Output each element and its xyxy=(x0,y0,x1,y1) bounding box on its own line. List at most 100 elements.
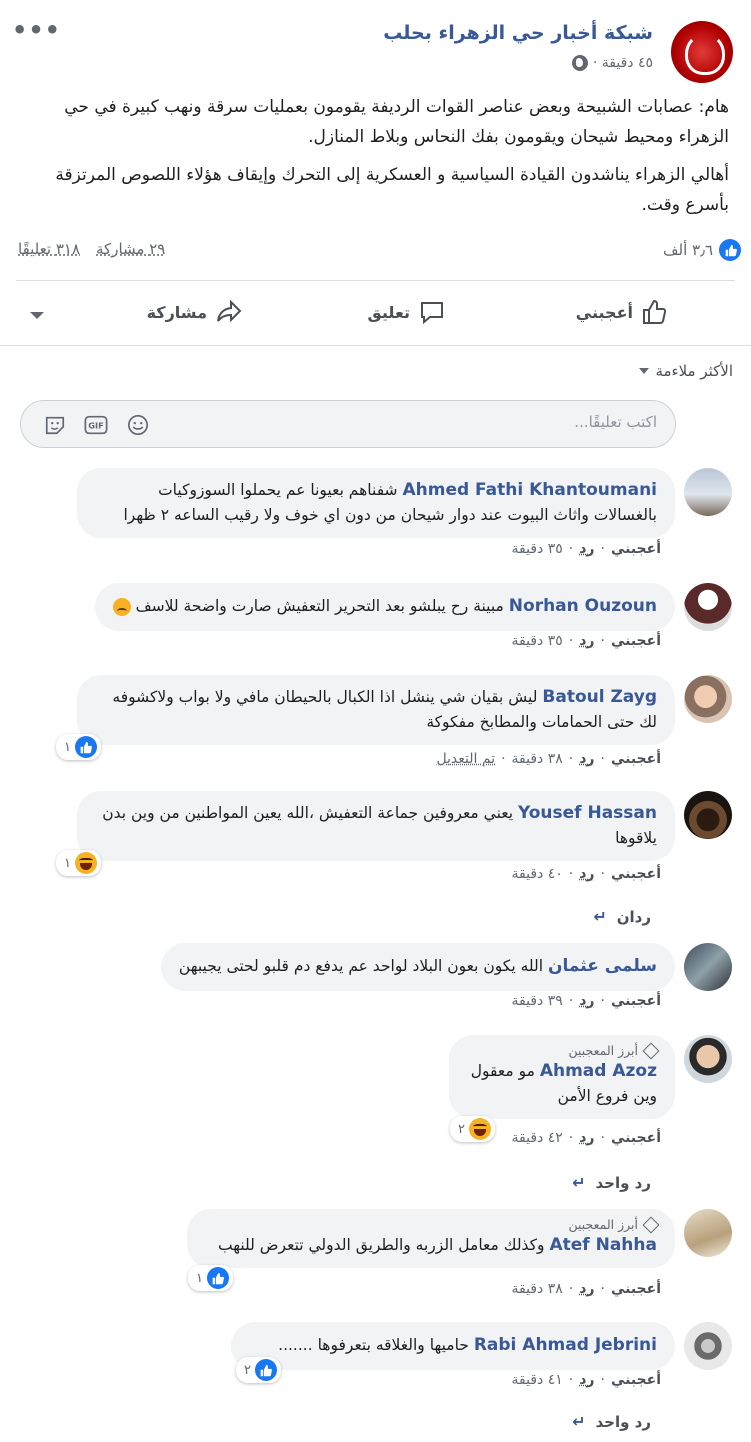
avatar[interactable] xyxy=(684,583,732,631)
comment-time[interactable]: ٤١ دقيقة xyxy=(512,1372,563,1388)
page-name-link[interactable]: شبكة أخبار حي الزهراء بحلب xyxy=(383,22,653,44)
comment-reactions[interactable]: ٢ xyxy=(450,1116,495,1142)
comment-time[interactable]: ٣٨ دقيقة xyxy=(512,751,563,767)
post-meta: ٤٥ دقيقة · xyxy=(571,55,653,71)
comment-time[interactable]: ٣٩ دقيقة xyxy=(512,993,563,1009)
svg-text:GIF: GIF xyxy=(88,421,104,431)
post-stats: ٢٩ مشاركة ٣١٨ تعليقًا xyxy=(18,240,165,258)
thumbs-up-icon xyxy=(643,299,667,324)
diamond-icon xyxy=(642,1042,660,1060)
comment-text: الله يكون بعون البلاد لواحد عم يدفع دم ق… xyxy=(178,957,544,975)
comment-like-button[interactable]: أعجبني xyxy=(611,1281,661,1297)
post-text-paragraph-2: أهالي الزهراء يناشدون القيادة السياسية و… xyxy=(55,165,729,215)
top-fan-label: أبرز المعجبين xyxy=(568,1217,638,1232)
view-replies-link[interactable]: ردان ↵ xyxy=(593,907,651,926)
comments-count-link[interactable]: ٣١٨ تعليقًا xyxy=(18,240,80,258)
globe-icon xyxy=(571,55,588,71)
comment-reactions[interactable]: ٢ xyxy=(236,1357,281,1383)
comment-reply-button[interactable]: رد xyxy=(579,1130,594,1146)
replies-label: رد واحد xyxy=(595,1173,652,1192)
comment-author[interactable]: Norhan Ouzoun xyxy=(509,596,657,616)
comment-bubble: Batoul Zayg ليش بقيان شي ينشل اذا الكبال… xyxy=(77,675,675,745)
like-reaction-icon xyxy=(719,239,741,261)
reactions-summary[interactable]: ٣٫٦ ألف xyxy=(663,239,741,261)
shares-count-link[interactable]: ٢٩ مشاركة xyxy=(96,240,165,258)
comment-like-button[interactable]: أعجبني xyxy=(611,541,661,557)
post-time[interactable]: ٤٥ دقيقة · xyxy=(593,55,653,71)
sort-label: الأكثر ملاءمة xyxy=(655,362,733,380)
comment-actions: أعجبني · رد · ٤١ دقيقة xyxy=(511,1372,661,1388)
comment-time[interactable]: ٣٨ دقيقة xyxy=(512,1281,563,1297)
comment-actions: أعجبني · رد · ٣٨ دقيقة xyxy=(511,1281,661,1297)
comment-author[interactable]: Rabi Ahmad Jebrini xyxy=(474,1335,657,1355)
comment-time[interactable]: ٤٢ دقيقة xyxy=(512,1130,563,1146)
sad-emoji-icon xyxy=(112,597,131,616)
comment-author[interactable]: Atef Nahha xyxy=(549,1235,657,1255)
comment-author[interactable]: Ahmed Fathi Khantoumani xyxy=(402,480,657,500)
comment-like-button[interactable]: أعجبني xyxy=(611,1130,661,1146)
comment-bubble: أبرز المعجبين Ahmad Azoz مو معقول وين فر… xyxy=(449,1035,675,1119)
comment-reply-button[interactable]: رد xyxy=(579,993,594,1009)
avatar[interactable] xyxy=(684,468,732,516)
comment-author[interactable]: Yousef Hassan xyxy=(518,803,657,823)
comment-actions: أعجبني · رد · ٣٥ دقيقة xyxy=(511,541,661,557)
like-reaction-icon xyxy=(74,736,97,758)
comment-reply-button[interactable]: رد xyxy=(579,541,594,557)
comment-reply-button[interactable]: رد xyxy=(579,751,594,767)
avatar[interactable] xyxy=(684,1322,732,1370)
view-replies-link[interactable]: رد واحد ↵ xyxy=(572,1412,651,1431)
top-fan-label: أبرز المعجبين xyxy=(568,1043,638,1058)
comment-reactions-count: ٢ xyxy=(244,1362,251,1378)
comment-time[interactable]: ٣٥ دقيقة xyxy=(512,541,563,557)
comment-like-button[interactable]: أعجبني xyxy=(611,866,661,882)
comment-input[interactable] xyxy=(277,413,657,431)
comment-reply-button[interactable]: رد xyxy=(579,633,594,649)
view-replies-link[interactable]: رد واحد ↵ xyxy=(572,1173,651,1192)
share-arrow-icon xyxy=(217,299,242,323)
comment-text: حاميها والغلاقه بتعرفوها ....... xyxy=(278,1336,469,1354)
comment-time[interactable]: ٣٥ دقيقة xyxy=(512,633,563,649)
sticker-icon[interactable] xyxy=(43,414,67,436)
more-options-button[interactable]: ••• xyxy=(12,16,61,44)
comment-reactions[interactable]: ١ xyxy=(56,850,101,876)
emoji-icon[interactable] xyxy=(126,414,150,436)
comment-sort-dropdown[interactable]: الأكثر ملاءمة xyxy=(639,362,733,380)
avatar[interactable] xyxy=(684,791,732,839)
comment-author[interactable]: سلمى عثمان xyxy=(548,956,657,976)
share-button[interactable]: مشاركة xyxy=(147,298,243,326)
comment-reply-button[interactable]: رد xyxy=(579,866,594,882)
comment-like-button[interactable]: أعجبني xyxy=(611,993,661,1009)
comment-time[interactable]: ٤٠ دقيقة xyxy=(512,866,563,882)
comment-like-button[interactable]: أعجبني xyxy=(611,751,661,767)
page-avatar[interactable] xyxy=(671,21,733,83)
comment-actions: أعجبني · رد · ٣٥ دقيقة xyxy=(511,633,661,649)
comment-author[interactable]: Ahmad Azoz xyxy=(540,1061,657,1081)
comment-reply-button[interactable]: رد xyxy=(579,1281,594,1297)
comment-composer[interactable]: GIF xyxy=(20,400,676,448)
comment-bubble: أبرز المعجبين Atef Nahha وكذلك معامل الز… xyxy=(187,1209,675,1268)
edited-label[interactable]: تم التعديل xyxy=(436,751,495,767)
comment-button[interactable]: تعليق xyxy=(367,298,446,326)
comment-label: تعليق xyxy=(367,302,410,322)
gif-icon[interactable]: GIF xyxy=(84,414,108,436)
reactions-count: ٣٫٦ ألف xyxy=(662,241,713,259)
avatar[interactable] xyxy=(684,675,732,723)
comment-reactions[interactable]: ١ xyxy=(188,1265,233,1291)
audience-caret-icon[interactable] xyxy=(30,312,44,319)
reply-arrow-icon: ↵ xyxy=(572,1173,586,1192)
like-reaction-icon xyxy=(206,1267,229,1289)
avatar[interactable] xyxy=(684,1209,732,1257)
comment-reactions[interactable]: ١ xyxy=(56,734,101,760)
avatar[interactable] xyxy=(684,1035,732,1083)
avatar[interactable] xyxy=(684,943,732,991)
comment-like-button[interactable]: أعجبني xyxy=(611,1372,661,1388)
replies-label: رد واحد xyxy=(595,1412,652,1431)
top-fan-badge: أبرز المعجبين xyxy=(205,1216,660,1234)
comment-reactions-count: ٢ xyxy=(458,1121,465,1137)
comment-reactions-count: ١ xyxy=(64,739,71,755)
comment-reply-button[interactable]: رد xyxy=(579,1372,594,1388)
like-button[interactable]: أعجبني xyxy=(576,298,669,326)
comment-author[interactable]: Batoul Zayg xyxy=(542,687,657,707)
comment-like-button[interactable]: أعجبني xyxy=(611,633,661,649)
comment-text: وكذلك معامل الزربه والطريق الدولي تتعرض … xyxy=(217,1236,545,1254)
